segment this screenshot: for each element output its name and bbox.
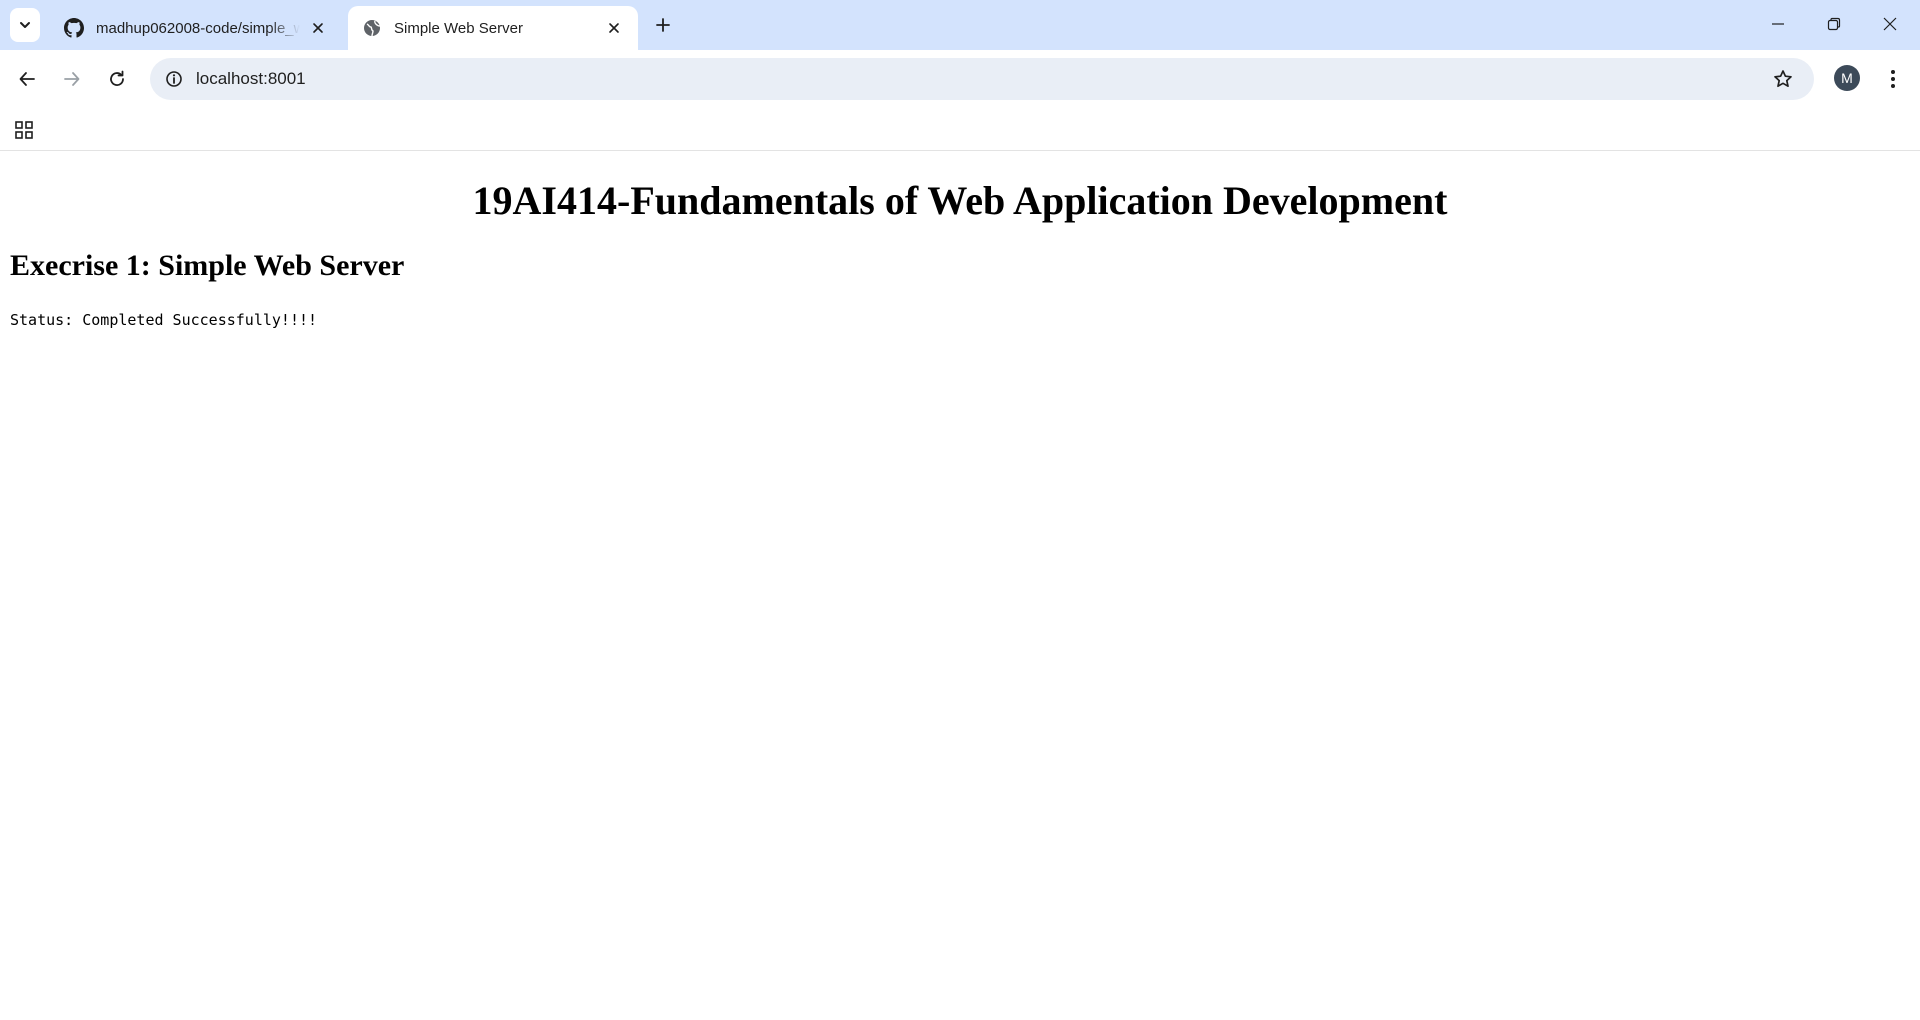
close-icon[interactable] xyxy=(308,18,328,38)
arrow-left-icon xyxy=(19,72,35,86)
close-icon[interactable] xyxy=(604,18,624,38)
restore-icon xyxy=(1827,17,1841,31)
minimize-icon xyxy=(1772,23,1784,25)
more-vertical-icon xyxy=(1891,70,1895,88)
new-tab-button[interactable] xyxy=(650,12,676,38)
apps-button[interactable] xyxy=(10,116,38,144)
status-text: Status: Completed Successfully!!!! xyxy=(10,311,318,329)
forward-button[interactable] xyxy=(55,62,89,96)
reload-icon xyxy=(110,70,124,86)
info-icon[interactable] xyxy=(162,67,186,91)
url-text[interactable]: localhost:8001 xyxy=(196,69,1768,89)
chevron-down-icon xyxy=(20,22,30,28)
tab-title: madhup062008-code/simple_web_server xyxy=(96,19,300,37)
page-content: 19AI414-Fundamentals of Web Application … xyxy=(0,151,1920,1020)
more-menu-button[interactable] xyxy=(1878,62,1908,96)
close-icon xyxy=(1883,17,1897,31)
reload-button[interactable] xyxy=(100,62,134,96)
tab-strip: madhup062008-code/simple_web_server Simp… xyxy=(0,0,1920,50)
address-bar[interactable]: localhost:8001 xyxy=(150,58,1814,100)
apps-grid-icon xyxy=(15,121,33,139)
arrow-right-icon xyxy=(64,72,80,86)
close-window-button[interactable] xyxy=(1862,0,1918,48)
minimize-button[interactable] xyxy=(1750,0,1806,48)
github-icon xyxy=(64,18,84,38)
tab-search-button[interactable] xyxy=(10,8,40,42)
exercise-heading: Execrise 1: Simple Web Server xyxy=(10,249,405,282)
plus-icon xyxy=(656,18,670,32)
bookmarks-bar xyxy=(0,108,1920,151)
avatar[interactable]: M xyxy=(1834,65,1860,91)
tab-github[interactable]: madhup062008-code/simple_web_server xyxy=(50,6,342,50)
star-icon[interactable] xyxy=(1768,64,1798,94)
tab-title: Simple Web Server xyxy=(394,19,523,37)
browser-toolbar: localhost:8001 M xyxy=(0,50,1920,108)
tab-simple-web-server[interactable]: Simple Web Server xyxy=(348,6,638,50)
globe-icon xyxy=(362,18,382,38)
restore-button[interactable] xyxy=(1806,0,1862,48)
back-button[interactable] xyxy=(10,62,44,96)
page-title: 19AI414-Fundamentals of Web Application … xyxy=(472,178,1448,223)
